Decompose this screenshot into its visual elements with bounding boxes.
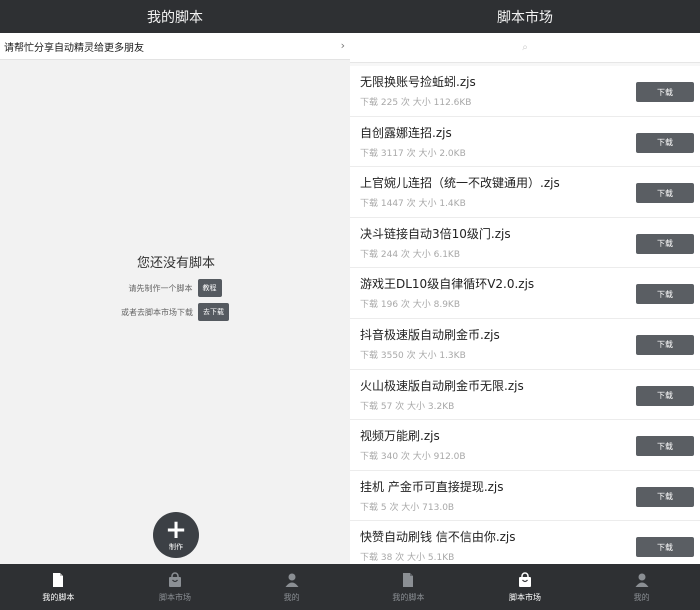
download-button[interactable]: 下载 [636,436,694,457]
script-meta: 下载 196 次 大小 8.9KB [360,300,461,311]
search-icon: ⌕ [522,42,528,53]
list-item[interactable]: 抖音极速版自动刷金币.zjs 下载 3550 次 大小 1.3KB 下载 [350,318,700,370]
chevron-right-icon: › [340,39,345,52]
share-banner[interactable]: 请帮忙分享自动精灵给更多朋友 › [0,33,350,60]
tab-label: 我的脚本 [392,592,425,602]
person-icon [285,573,299,587]
create-hint-text: 请先制作一个脚本 [128,283,193,293]
list-item[interactable]: 上官婉儿连招（统一不改键通用）.zjs 下载 1447 次 大小 1.4KB 下… [350,167,700,218]
page-title: 我的脚本 [0,0,350,33]
list-item[interactable]: 决斗链接自动3倍10级门.zjs 下载 244 次 大小 6.1KB 下载 [350,217,700,269]
script-list: 无限换账号捡蚯蚓.zjs 下载 225 次 大小 112.6KB 下载 自创露娜… [350,66,700,572]
tab-profile[interactable]: 我的 [233,564,350,610]
tab-profile[interactable]: 我的 [583,564,700,610]
list-item[interactable]: 火山极速版自动刷金币无限.zjs 下载 57 次 大小 3.2KB 下载 [350,369,700,421]
create-hint-row: 请先制作一个脚本 教程 [0,279,350,297]
share-text: 请帮忙分享自动精灵给更多朋友 [4,42,144,54]
tab-my-scripts[interactable]: 我的脚本 [0,564,117,610]
empty-state: 您还没有脚本 [0,252,350,271]
list-item[interactable]: 自创露娜连招.zjs 下载 3117 次 大小 2.0KB 下载 [350,116,700,168]
tab-label: 脚本市场 [509,592,541,602]
script-name: 上官婉儿连招（统一不改键通用）.zjs [360,176,560,191]
script-name: 火山极速版自动刷金币无限.zjs [360,378,524,393]
download-button[interactable]: 下载 [636,183,694,204]
download-button[interactable]: 下载 [636,385,694,406]
list-item[interactable]: 挂机 产金币可直接提现.zjs 下载 5 次 大小 713.0B 下载 [350,470,700,522]
tab-script-market[interactable]: 脚本市场 [467,564,584,610]
download-hint-text: 或者去脚本市场下载 [121,307,193,317]
tab-label: 我的 [633,592,650,602]
tab-label: 我的 [283,592,300,602]
script-meta: 下载 225 次 大小 112.6KB [360,98,472,108]
script-name: 挂机 产金币可直接提现.zjs [360,479,504,494]
tab-label: 我的脚本 [42,592,75,602]
script-meta: 下载 3550 次 大小 1.3KB [360,350,466,361]
list-item[interactable]: 游戏王DL10级自律循环V2.0.zjs 下载 196 次 大小 8.9KB 下… [350,268,700,319]
download-button[interactable]: 下载 [636,537,694,558]
download-hint-row: 或者去脚本市场下载 去下载 [0,303,350,321]
script-name: 决斗链接自动3倍10级门.zjs [360,226,511,241]
tab-label: 脚本市场 [159,592,191,602]
empty-title: 您还没有脚本 [136,256,215,271]
download-button[interactable]: 下载 [636,284,694,305]
download-button[interactable]: 下载 [636,486,694,507]
search-bar[interactable]: ⌕ [350,33,700,63]
script-name: 抖音极速版自动刷金币.zjs [360,327,500,342]
tutorial-button[interactable]: 教程 [197,279,222,297]
script-market-screen: 脚本市场 ⌕ 无限换账号捡蚯蚓.zjs 下载 225 次 大小 112.6KB … [350,0,700,610]
shopping-bag-icon [519,571,531,587]
script-name: 无限换账号捡蚯蚓.zjs [360,75,476,89]
script-meta: 下载 244 次 大小 6.1KB [360,249,461,260]
script-meta: 下载 3117 次 大小 2.0KB [360,148,466,159]
go-download-button[interactable]: 去下载 [198,303,229,321]
script-name: 视频万能刷.zjs [360,429,440,444]
create-script-button[interactable]: + 制作 [153,512,199,558]
script-name: 快赞自动刷钱 信不信由你.zjs [360,530,516,545]
document-icon [53,572,64,587]
document-icon [403,572,414,587]
download-button[interactable]: 下载 [636,334,694,355]
download-button[interactable]: 下载 [636,233,694,254]
script-meta: 下载 1447 次 大小 1.4KB [360,199,466,210]
page-title: 脚本市场 [350,0,700,33]
my-scripts-screen: 我的脚本 请帮忙分享自动精灵给更多朋友 › 您还没有脚本 请先制作一个脚本 教程… [0,0,350,610]
tab-my-scripts[interactable]: 我的脚本 [350,564,467,610]
download-button[interactable]: 下载 [636,132,694,153]
shopping-bag-icon [169,571,181,587]
person-icon [635,573,649,587]
script-name: 自创露娜连招.zjs [360,125,452,140]
tab-script-market[interactable]: 脚本市场 [117,564,234,610]
list-item[interactable]: 无限换账号捡蚯蚓.zjs 下载 225 次 大小 112.6KB 下载 [350,66,700,117]
script-name: 游戏王DL10级自律循环V2.0.zjs [360,277,535,292]
script-meta: 下载 340 次 大小 912.0B [360,452,466,463]
bottom-tab-bar: 我的脚本 脚本市场 我的 [0,564,350,610]
script-meta: 下载 57 次 大小 3.2KB [360,401,455,412]
plus-icon: + [165,515,187,545]
list-item[interactable]: 视频万能刷.zjs 下载 340 次 大小 912.0B 下载 [350,420,700,471]
bottom-tab-bar: 我的脚本 脚本市场 我的 [350,564,700,610]
download-button[interactable]: 下载 [636,82,694,102]
script-meta: 下载 5 次 大小 713.0B [360,502,455,513]
create-label: 制作 [169,543,183,551]
script-meta: 下载 38 次 大小 5.1KB [360,553,455,564]
